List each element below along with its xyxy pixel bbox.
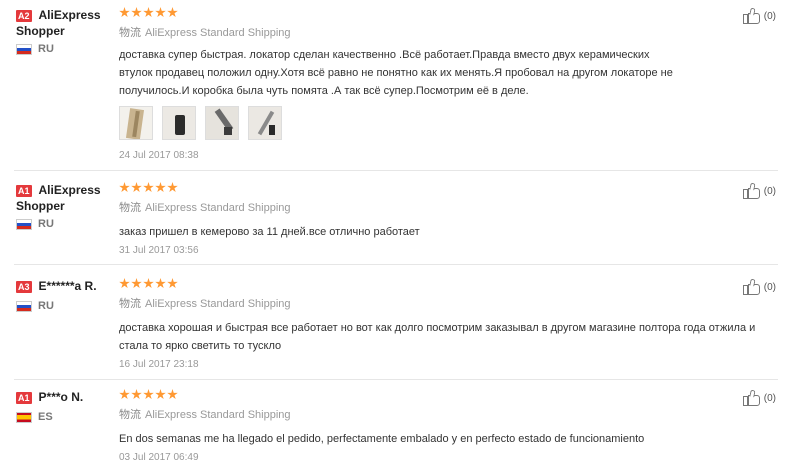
shipping-label-cn: 物流 [119, 409, 141, 421]
reviewer-name: E******a R. [38, 279, 97, 293]
helpful-button[interactable]: (0) [742, 182, 776, 200]
review-divider [14, 264, 778, 265]
reviewer-name-line2: Shopper [16, 24, 65, 38]
star-icon [167, 278, 178, 289]
review-item: A1 AliExpress Shopper RU 物流 AliExpress St… [0, 182, 790, 262]
russia-flag-icon [16, 300, 32, 312]
star-icon [131, 278, 142, 289]
buyer-level-badge: A2 [16, 10, 32, 22]
review-item: A3 E******a R. RU 物流 AliExpress Standard … [0, 278, 790, 370]
shipping-name: AliExpress Standard Shipping [145, 298, 291, 310]
star-icon [143, 182, 154, 193]
review-date: 16 Jul 2017 23:18 [119, 359, 199, 370]
star-icon [119, 182, 130, 193]
shipping-name: AliExpress Standard Shipping [145, 27, 291, 39]
star-icon [143, 389, 154, 400]
review-photo-thumbnail[interactable] [205, 106, 239, 140]
reviewer-name-line2: Shopper [16, 199, 65, 213]
buyer-level-badge: A1 [16, 392, 32, 404]
reviewer-name: AliExpress [38, 183, 101, 197]
star-icon [131, 182, 142, 193]
review-body: 物流 AliExpress Standard Shipping доставка … [119, 278, 755, 370]
helpful-count: (0) [763, 185, 776, 197]
country-code: ES [38, 411, 53, 423]
star-icon [143, 278, 154, 289]
review-body: 物流 AliExpress Standard Shipping En dos se… [119, 389, 679, 463]
reviewer-country: ES [16, 411, 116, 423]
star-icon [167, 389, 178, 400]
review-divider [14, 170, 778, 171]
helpful-count: (0) [763, 281, 776, 293]
reviewer-info: A2 AliExpress Shopper RU [16, 7, 116, 55]
shipping-method: 物流 AliExpress Standard Shipping [119, 408, 679, 422]
review-body: 物流 AliExpress Standard Shipping заказ при… [119, 182, 679, 256]
russia-flag-icon [16, 43, 32, 55]
star-rating [119, 182, 679, 195]
russia-flag-icon [16, 218, 32, 230]
shipping-method: 物流 AliExpress Standard Shipping [119, 26, 679, 40]
star-icon [131, 389, 142, 400]
thumbs-up-icon [742, 182, 762, 200]
shipping-name: AliExpress Standard Shipping [145, 202, 291, 214]
review-photo-thumbnail[interactable] [119, 106, 153, 140]
review-text: заказ пришел в кемерово за 11 дней.все о… [119, 226, 420, 238]
shipping-label-cn: 物流 [119, 298, 141, 310]
star-rating [119, 7, 679, 20]
thumbs-up-icon [742, 389, 762, 407]
reviewer-name: AliExpress [38, 8, 101, 22]
review-body: 物流 AliExpress Standard Shipping доставка … [119, 7, 679, 161]
review-text: доставка супер быстрая. локатор сделан к… [119, 49, 673, 97]
shipping-label-cn: 物流 [119, 27, 141, 39]
reviewer-info: A1 AliExpress Shopper RU [16, 182, 116, 230]
review-item: A1 P***o N. ES 物流 AliExpress Standard Shi… [0, 389, 790, 467]
star-icon [131, 7, 142, 18]
buyer-level-badge: A1 [16, 185, 32, 197]
thumbs-up-icon [742, 278, 762, 296]
review-photo-thumbnail[interactable] [162, 106, 196, 140]
reviewer-country: RU [16, 300, 116, 312]
reviewer-info: A3 E******a R. RU [16, 278, 116, 312]
review-divider [14, 379, 778, 380]
helpful-count: (0) [763, 392, 776, 404]
review-photo-thumbnail[interactable] [248, 106, 282, 140]
country-code: RU [38, 43, 54, 55]
review-date: 03 Jul 2017 06:49 [119, 452, 199, 463]
country-code: RU [38, 218, 54, 230]
star-icon [155, 278, 166, 289]
helpful-button[interactable]: (0) [742, 7, 776, 25]
star-icon [155, 389, 166, 400]
helpful-button[interactable]: (0) [742, 278, 776, 296]
shipping-label-cn: 物流 [119, 202, 141, 214]
reviewer-country: RU [16, 43, 116, 55]
star-icon [119, 389, 130, 400]
buyer-level-badge: A3 [16, 281, 32, 293]
star-icon [155, 182, 166, 193]
review-date: 31 Jul 2017 03:56 [119, 245, 199, 256]
reviewer-info: A1 P***o N. ES [16, 389, 116, 423]
review-text: доставка хорошая и быстрая все работает … [119, 322, 756, 352]
star-icon [155, 7, 166, 18]
country-code: RU [38, 300, 54, 312]
helpful-count: (0) [763, 10, 776, 22]
review-date: 24 Jul 2017 08:38 [119, 150, 199, 161]
reviewer-country: RU [16, 218, 116, 230]
star-icon [167, 182, 178, 193]
star-icon [143, 7, 154, 18]
reviewer-name: P***o N. [38, 390, 84, 404]
star-icon [167, 7, 178, 18]
star-icon [119, 7, 130, 18]
shipping-name: AliExpress Standard Shipping [145, 409, 291, 421]
star-rating [119, 278, 679, 291]
shipping-method: 物流 AliExpress Standard Shipping [119, 201, 679, 215]
star-icon [119, 278, 130, 289]
shipping-method: 物流 AliExpress Standard Shipping [119, 297, 679, 311]
thumbs-up-icon [742, 7, 762, 25]
review-text: En dos semanas me ha llegado el pedido, … [119, 433, 645, 445]
review-photos [119, 106, 679, 140]
helpful-button[interactable]: (0) [742, 389, 776, 407]
star-rating [119, 389, 679, 402]
spain-flag-icon [16, 411, 32, 423]
review-item: A2 AliExpress Shopper RU 物流 AliExpress St… [0, 7, 790, 167]
